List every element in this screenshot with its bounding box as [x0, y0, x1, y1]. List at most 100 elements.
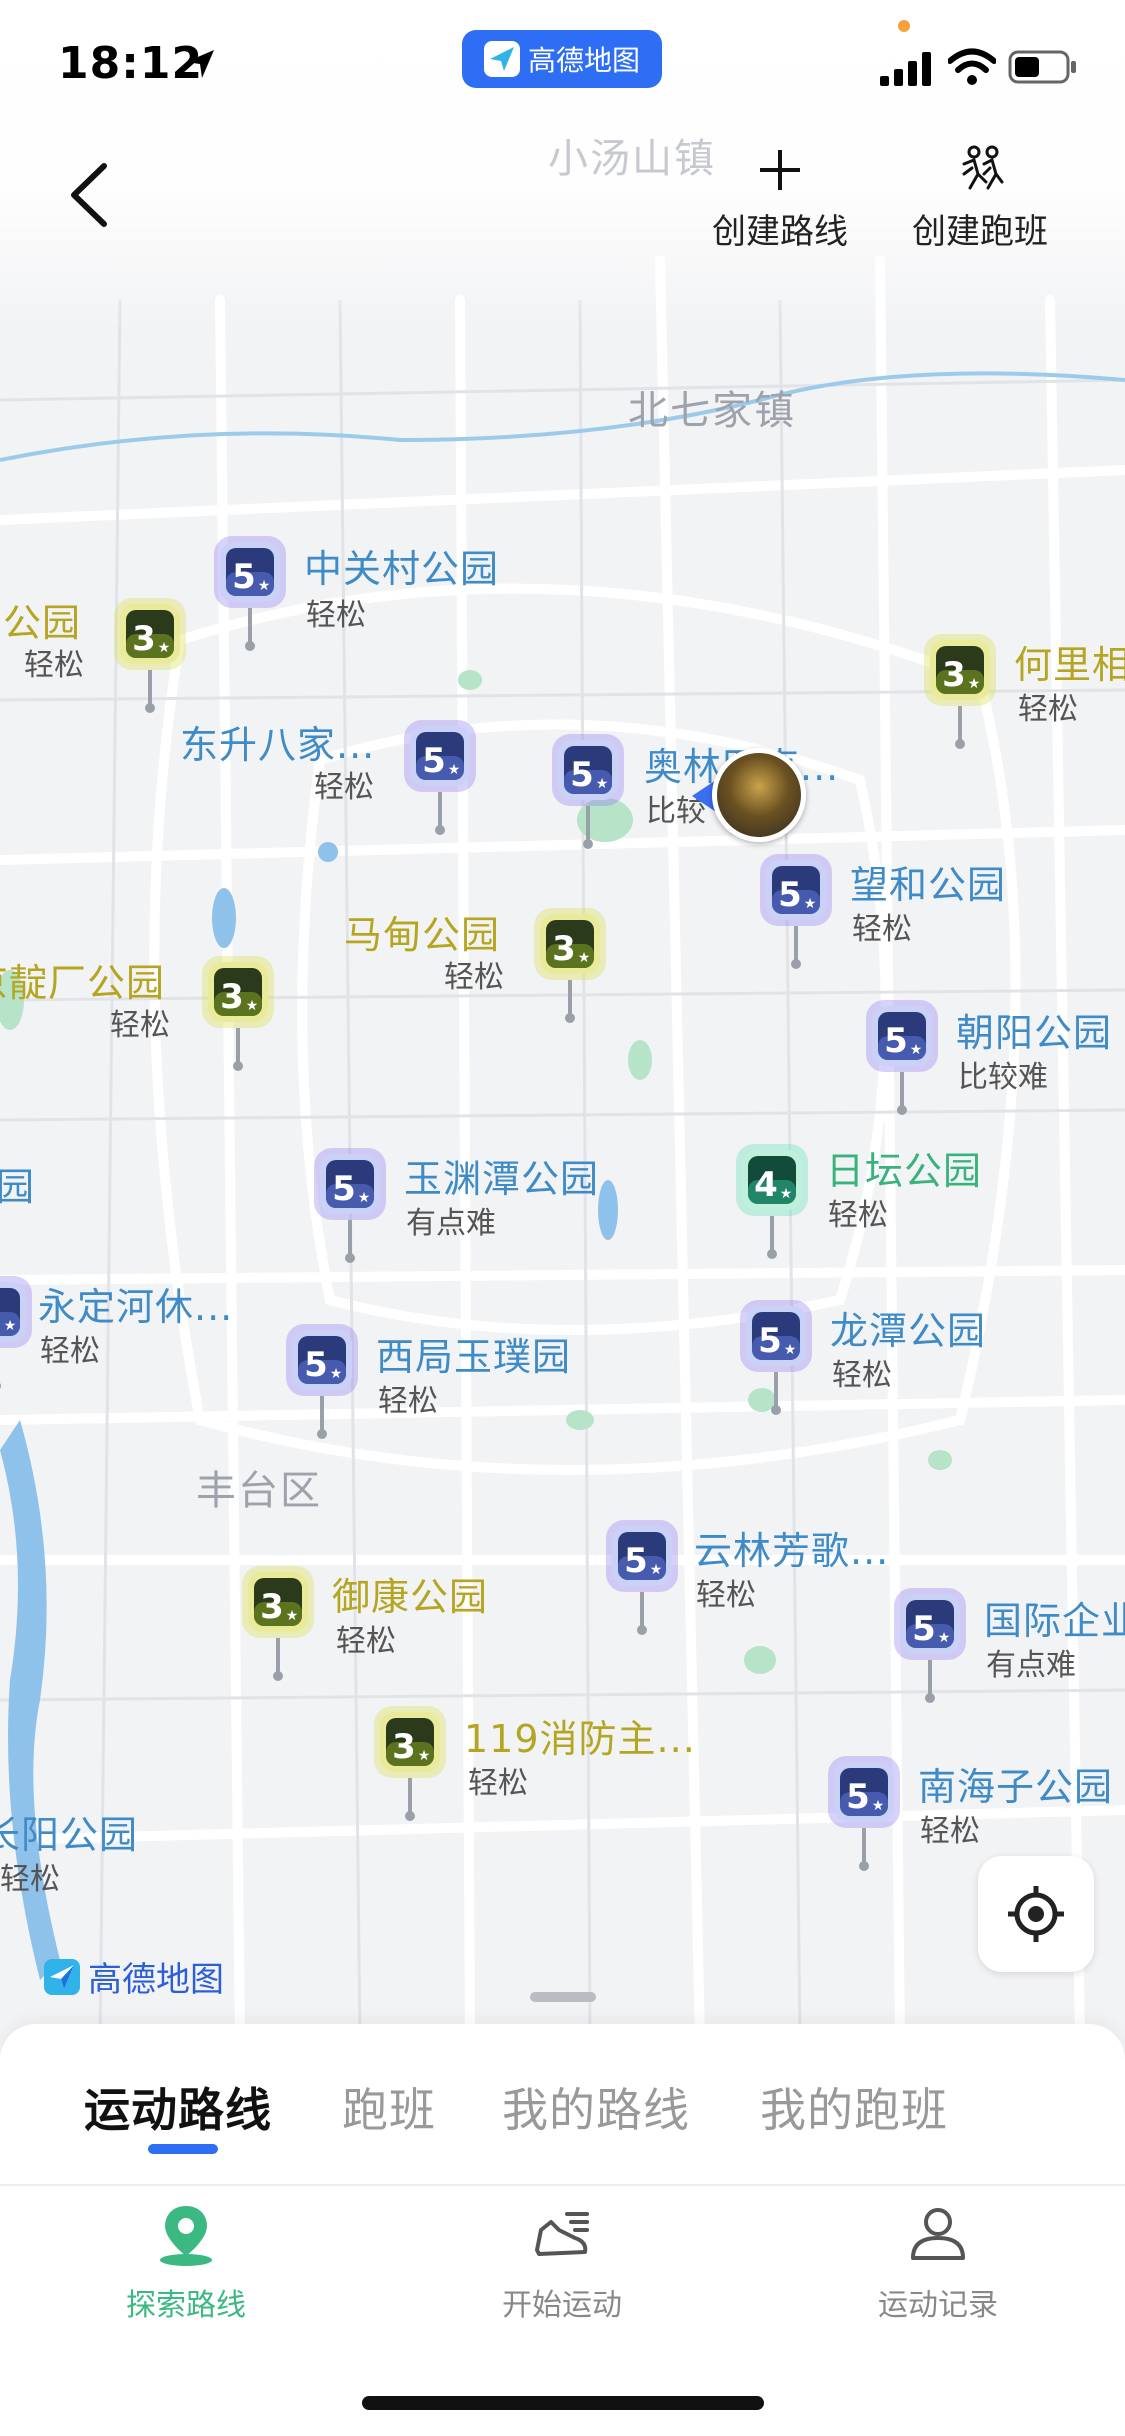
route-marker[interactable]: 5★	[282, 1320, 362, 1440]
level-badge-icon: 3 ★	[114, 598, 186, 713]
route-name[interactable]: 龙潭公园	[830, 1300, 986, 1355]
level-badge-icon: 5★	[606, 1520, 678, 1635]
svg-text:★: ★	[784, 1342, 797, 1358]
tab-my-routes[interactable]: 我的路线	[502, 2074, 690, 2140]
route-name[interactable]: 望和公园	[850, 854, 1006, 909]
route-name[interactable]: 南海子公园	[918, 1756, 1113, 1811]
route-difficulty: 轻松	[306, 598, 366, 633]
nav-exercise-records[interactable]: 运动记录	[838, 2200, 1038, 2324]
svg-text:5: 5	[232, 557, 256, 597]
map-pin-icon	[160, 2206, 212, 2266]
route-name[interactable]: 御康公园	[332, 1566, 488, 1621]
app-badge[interactable]: 高德地图	[462, 30, 662, 88]
route-name[interactable]: 西局玉璞园	[376, 1326, 571, 1381]
level-badge-icon: 3 ★	[202, 956, 274, 1071]
route-name[interactable]: 119消防主...	[464, 1708, 696, 1763]
create-run-group-button[interactable]: 创建跑班	[912, 140, 1048, 253]
route-marker[interactable]: 5★	[310, 1144, 390, 1264]
route-marker[interactable]: 5★	[736, 1296, 816, 1416]
level-badge-icon: 5★	[286, 1324, 358, 1439]
svg-text:★: ★	[804, 896, 817, 912]
svg-text:★: ★	[418, 1748, 431, 1764]
nav-explore-routes[interactable]: 探索路线	[86, 2200, 286, 2324]
route-name[interactable]: 何里相	[1014, 634, 1125, 689]
svg-text:5: 5	[846, 1777, 870, 1817]
route-name[interactable]: 永定河休...	[38, 1276, 233, 1331]
route-difficulty: 轻松	[468, 1766, 528, 1801]
level-badge-icon: 5★	[866, 1000, 938, 1115]
nav-start-exercise[interactable]: 开始运动	[462, 2200, 662, 2324]
nav-records-label: 运动记录	[878, 2288, 998, 2323]
svg-text:★: ★	[596, 776, 609, 792]
svg-text:5: 5	[884, 1021, 908, 1061]
home-indicator[interactable]	[362, 2396, 764, 2410]
route-name[interactable]: 园	[0, 1156, 35, 1211]
route-marker[interactable]: 3 ★	[238, 1562, 318, 1682]
route-name[interactable]: 日坛公园	[826, 1140, 982, 1195]
route-name[interactable]: 东升八家...	[180, 714, 375, 769]
svg-text:★: ★	[4, 1318, 17, 1334]
svg-text:5: 5	[422, 741, 446, 781]
create-route-button[interactable]: 创建路线	[712, 140, 848, 253]
svg-text:★: ★	[448, 762, 461, 778]
route-marker[interactable]: 3 ★	[530, 904, 610, 1024]
privacy-indicator	[898, 20, 910, 32]
route-marker[interactable]: 5★	[400, 716, 480, 836]
svg-text:★: ★	[286, 1608, 299, 1624]
divider	[0, 2184, 1125, 2186]
svg-text:5: 5	[758, 1321, 782, 1361]
route-marker[interactable]: 3 ★	[920, 630, 1000, 750]
svg-text:★: ★	[578, 950, 591, 966]
route-marker[interactable]: 3 ★	[198, 952, 278, 1072]
svg-text:5: 5	[0, 1297, 2, 1337]
route-marker[interactable]: 5★	[862, 996, 942, 1116]
route-marker[interactable]: 5★	[602, 1516, 682, 1636]
route-difficulty: 轻松	[852, 912, 912, 947]
nav-start-label: 开始运动	[502, 2288, 622, 2323]
cellular-signal-icon	[880, 52, 931, 86]
svg-text:5: 5	[624, 1541, 648, 1581]
tab-run-groups[interactable]: 跑班	[342, 2074, 436, 2140]
route-name[interactable]: 京靛厂公园	[0, 952, 165, 1007]
svg-text:4: 4	[754, 1165, 778, 1205]
runners-icon	[962, 145, 1004, 190]
route-name[interactable]: 中关村公园	[304, 538, 499, 593]
sheet-drag-handle[interactable]	[530, 1992, 596, 2002]
create-run-group-label: 创建跑班	[912, 212, 1048, 252]
wifi-icon	[948, 48, 996, 85]
amap-logo-icon	[44, 1958, 80, 1995]
route-name[interactable]: 国际企业	[984, 1590, 1125, 1645]
route-marker[interactable]: 3 ★	[370, 1702, 450, 1822]
route-difficulty: 有点难	[406, 1206, 496, 1241]
route-name[interactable]: 长阳公园	[0, 1804, 138, 1859]
route-name[interactable]: 朝阳公园	[956, 1002, 1112, 1057]
route-marker[interactable]: 3 ★	[110, 594, 190, 714]
route-marker[interactable]: 5★	[756, 850, 836, 970]
route-marker[interactable]: 4 ★	[732, 1140, 812, 1260]
running-shoe-icon	[535, 2212, 589, 2256]
route-name[interactable]: 玉渊潭公园	[404, 1148, 599, 1203]
level-badge-icon: 3 ★	[924, 634, 996, 749]
svg-text:★: ★	[650, 1562, 663, 1578]
route-marker[interactable]: 5★	[824, 1752, 904, 1872]
map-view[interactable]: 小汤山镇 北七家镇 丰台区 5★ 中关村公园 轻松 3★ E公园 轻松 3★ 何…	[0, 0, 1125, 2040]
route-marker[interactable]: 5★	[0, 1272, 36, 1392]
route-name[interactable]: E公园	[0, 592, 81, 647]
route-marker[interactable]: 5★	[548, 730, 628, 850]
route-difficulty: 轻松	[24, 648, 84, 683]
back-chevron-icon[interactable]	[60, 160, 120, 230]
level-badge-icon: 5★	[404, 720, 476, 835]
route-name[interactable]: 云林芳歌...	[694, 1520, 889, 1575]
district-label: 北七家镇	[628, 388, 796, 434]
svg-text:★: ★	[258, 578, 271, 594]
route-marker[interactable]: 5★	[890, 1584, 970, 1704]
nav-explore-label: 探索路线	[126, 2288, 246, 2323]
route-marker[interactable]: 5★	[210, 532, 290, 652]
battery-icon	[1008, 50, 1076, 84]
locate-me-button[interactable]	[978, 1856, 1094, 1972]
route-name[interactable]: 马甸公园	[344, 904, 500, 959]
status-bar: 18:12 高德地图	[0, 0, 1125, 130]
tab-my-run-groups[interactable]: 我的跑班	[760, 2074, 948, 2140]
user-location-avatar[interactable]	[712, 748, 806, 842]
tab-sport-routes[interactable]: 运动路线	[84, 2074, 272, 2140]
